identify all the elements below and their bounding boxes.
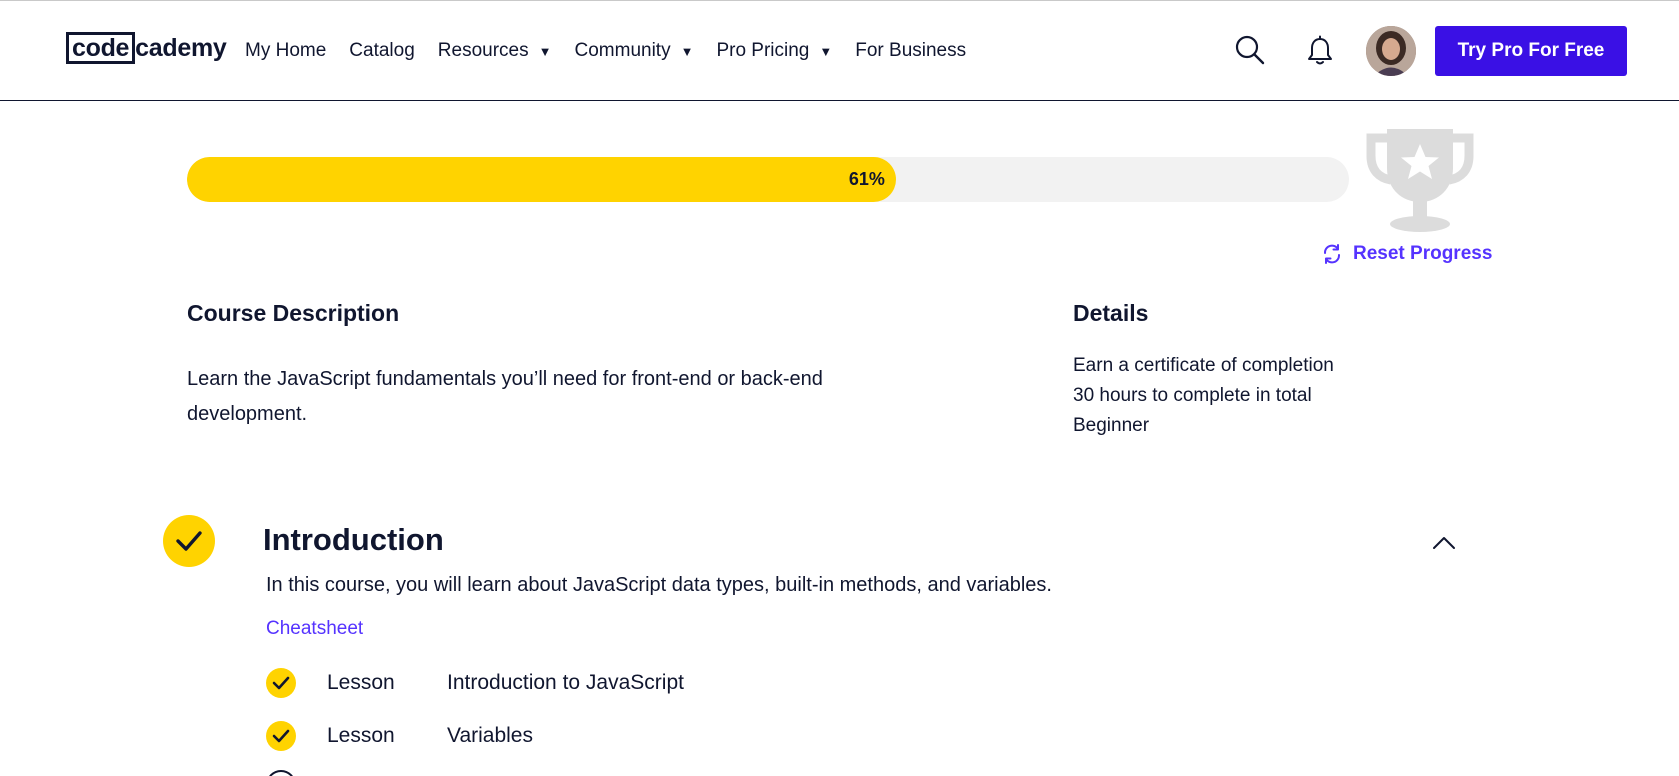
nav-community[interactable]: Community ▼ xyxy=(575,37,694,65)
lesson-name[interactable]: Introduction to JavaScript xyxy=(447,671,684,695)
course-description-heading: Course Description xyxy=(187,300,400,326)
nav-resources[interactable]: Resources ▼ xyxy=(438,37,552,65)
logo-boxed-text: code xyxy=(66,32,136,64)
nav-pro-pricing[interactable]: Pro Pricing ▼ xyxy=(716,37,832,65)
reset-progress-link[interactable]: Reset Progress xyxy=(1321,243,1492,265)
progress-fill xyxy=(187,157,896,202)
details-list: Earn a certificate of completion 30 hour… xyxy=(1073,351,1334,441)
lesson-row[interactable]: Lesson Introduction to JavaScript xyxy=(266,667,684,699)
course-progress-bar: 61% xyxy=(187,157,1349,202)
logo-rest-text: cademy xyxy=(135,34,227,62)
site-header: code cademy My Home Catalog Resources ▼ … xyxy=(0,0,1679,101)
module-complete-check-icon xyxy=(163,515,215,567)
main-nav: My Home Catalog Resources ▼ Community ▼ … xyxy=(245,37,989,65)
trophy-icon xyxy=(1365,126,1475,233)
nav-my-home[interactable]: My Home xyxy=(245,37,326,65)
codecademy-logo[interactable]: code cademy xyxy=(66,32,227,66)
progress-percent-label: 61% xyxy=(848,169,885,189)
nav-for-business[interactable]: For Business xyxy=(855,37,966,65)
nav-label: Resources xyxy=(437,40,529,61)
details-item: 30 hours to complete in total xyxy=(1073,385,1312,406)
nav-label: My Home xyxy=(245,40,327,61)
module-title[interactable]: Introduction xyxy=(263,522,444,558)
nav-label: For Business xyxy=(855,40,967,61)
nav-label: Community xyxy=(574,40,671,61)
details-heading: Details xyxy=(1073,300,1149,326)
cheatsheet-link[interactable]: Cheatsheet xyxy=(266,618,363,640)
lesson-complete-check-icon xyxy=(266,668,296,698)
module-description: In this course, you will learn about Jav… xyxy=(266,574,1052,596)
details-item: Beginner xyxy=(1073,415,1150,436)
reset-progress-label: Reset Progress xyxy=(1353,243,1493,264)
lesson-name[interactable]: Variables xyxy=(447,724,533,748)
user-avatar[interactable] xyxy=(1366,26,1416,76)
lesson-type: Lesson xyxy=(327,724,395,747)
caret-down-icon: ▼ xyxy=(680,43,694,59)
nav-catalog[interactable]: Catalog xyxy=(349,37,415,65)
search-icon[interactable] xyxy=(1234,34,1266,66)
course-description-text: Learn the JavaScript fundamentals you’ll… xyxy=(187,368,823,425)
bell-icon[interactable] xyxy=(1305,35,1335,67)
caret-down-icon: ▼ xyxy=(819,43,833,59)
refresh-icon xyxy=(1324,244,1340,264)
lesson-type: Lesson xyxy=(327,671,395,694)
lesson-complete-check-icon xyxy=(266,721,296,751)
lesson-incomplete-circle-icon xyxy=(266,770,296,776)
try-pro-button[interactable]: Try Pro For Free xyxy=(1435,26,1627,76)
caret-down-icon: ▼ xyxy=(538,43,552,59)
lesson-row[interactable]: Lesson Variables xyxy=(266,720,533,752)
nav-label: Catalog xyxy=(349,40,415,61)
nav-label: Pro Pricing xyxy=(716,40,810,61)
details-item: Earn a certificate of completion xyxy=(1073,355,1334,376)
chevron-up-icon[interactable] xyxy=(1431,533,1457,553)
